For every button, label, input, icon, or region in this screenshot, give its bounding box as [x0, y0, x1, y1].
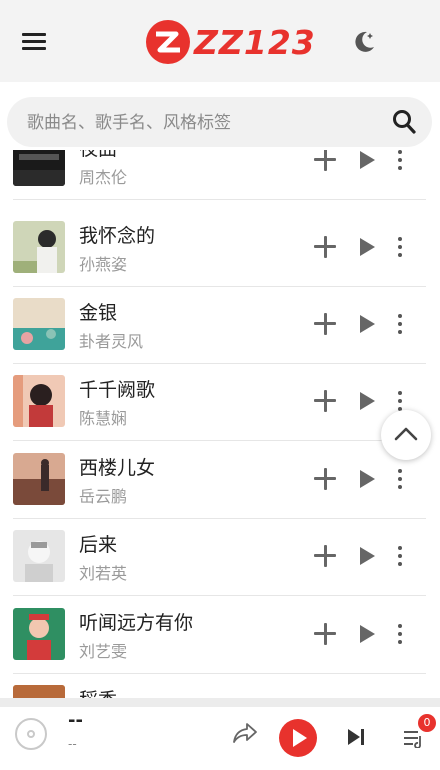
song-artist[interactable]: 刘艺雯 — [79, 638, 127, 662]
add-icon[interactable] — [314, 623, 336, 645]
song-artist[interactable]: 孙燕姿 — [79, 251, 127, 275]
album-cover[interactable] — [13, 685, 65, 698]
next-track-icon[interactable] — [346, 728, 366, 746]
add-icon[interactable] — [314, 150, 336, 171]
album-cover[interactable] — [13, 608, 65, 660]
song-item[interactable]: 夜曲 周杰伦 — [0, 150, 440, 200]
song-title[interactable]: 听闻远方有你 — [79, 608, 193, 635]
more-icon[interactable] — [394, 314, 406, 336]
divider — [13, 440, 426, 441]
disc-icon[interactable] — [15, 718, 47, 750]
add-icon[interactable] — [314, 468, 336, 490]
app-header: ZZ123 — [0, 0, 440, 82]
now-playing-title[interactable]: -- — [68, 710, 83, 731]
share-icon[interactable] — [232, 721, 258, 745]
song-title[interactable]: 夜曲 — [79, 150, 117, 161]
play-icon[interactable] — [360, 151, 375, 169]
album-cover[interactable] — [13, 221, 65, 273]
play-icon[interactable] — [360, 315, 375, 333]
more-icon[interactable] — [394, 546, 406, 568]
album-cover[interactable] — [13, 375, 65, 427]
song-item[interactable]: 西楼儿女 岳云鹏 — [0, 442, 440, 519]
add-icon[interactable] — [314, 236, 336, 258]
logo-text: ZZ123 — [194, 23, 316, 62]
divider — [13, 595, 426, 596]
play-icon[interactable] — [360, 625, 375, 643]
song-artist[interactable]: 岳云鹏 — [79, 483, 127, 507]
album-cover[interactable] — [13, 150, 65, 186]
play-icon[interactable] — [360, 470, 375, 488]
song-item[interactable]: 千千阙歌 陈慧娴 — [0, 364, 440, 441]
add-icon[interactable] — [314, 545, 336, 567]
song-artist[interactable]: 刘若英 — [79, 560, 127, 584]
site-logo[interactable]: ZZ123 — [146, 20, 315, 66]
mini-player: -- -- 0 — [0, 698, 440, 770]
add-icon[interactable] — [314, 390, 336, 412]
now-playing-artist[interactable]: -- — [68, 737, 77, 751]
song-title[interactable]: 千千阙歌 — [79, 375, 155, 402]
song-title[interactable]: 金银 — [79, 298, 117, 325]
menu-icon[interactable] — [22, 33, 46, 53]
playlist-icon[interactable] — [403, 728, 425, 749]
divider — [13, 199, 426, 200]
scroll-to-top-button[interactable] — [381, 410, 431, 460]
song-item[interactable]: 后来 刘若英 — [0, 519, 440, 596]
play-pause-button[interactable] — [279, 719, 317, 757]
song-artist[interactable]: 周杰伦 — [79, 164, 127, 188]
song-item[interactable]: 听闻远方有你 刘艺雯 — [0, 597, 440, 674]
song-artist[interactable]: 卦者灵风 — [79, 328, 143, 352]
moon-icon[interactable] — [350, 28, 378, 56]
song-title[interactable]: 我怀念的 — [79, 221, 155, 248]
album-cover[interactable] — [13, 453, 65, 505]
song-title[interactable]: 西楼儿女 — [79, 453, 155, 480]
song-item[interactable]: 金银 卦者灵风 — [0, 287, 440, 364]
album-cover[interactable] — [13, 530, 65, 582]
search-input[interactable] — [25, 97, 379, 149]
more-icon[interactable] — [394, 469, 406, 491]
play-icon[interactable] — [360, 547, 375, 565]
song-title[interactable]: 后来 — [79, 530, 117, 557]
more-icon[interactable] — [394, 237, 406, 259]
play-icon[interactable] — [360, 392, 375, 410]
song-item[interactable]: 稻香 — [0, 674, 440, 698]
album-cover[interactable] — [13, 298, 65, 350]
logo-badge — [146, 20, 190, 64]
search-icon[interactable] — [392, 108, 418, 136]
song-title[interactable]: 稻香 — [79, 685, 117, 698]
more-icon[interactable] — [394, 150, 406, 172]
song-artist[interactable]: 陈慧娴 — [79, 405, 127, 429]
more-icon[interactable] — [394, 624, 406, 646]
search-bar — [7, 97, 432, 149]
song-list: 夜曲 周杰伦 我怀念的 孙燕姿 金银 卦者灵风 千千阙歌 陈慧娴 — [0, 150, 440, 698]
queue-count-badge: 0 — [418, 714, 436, 732]
chevron-up-icon — [394, 427, 418, 441]
play-icon[interactable] — [360, 238, 375, 256]
song-item[interactable]: 我怀念的 孙燕姿 — [0, 210, 440, 287]
add-icon[interactable] — [314, 313, 336, 335]
